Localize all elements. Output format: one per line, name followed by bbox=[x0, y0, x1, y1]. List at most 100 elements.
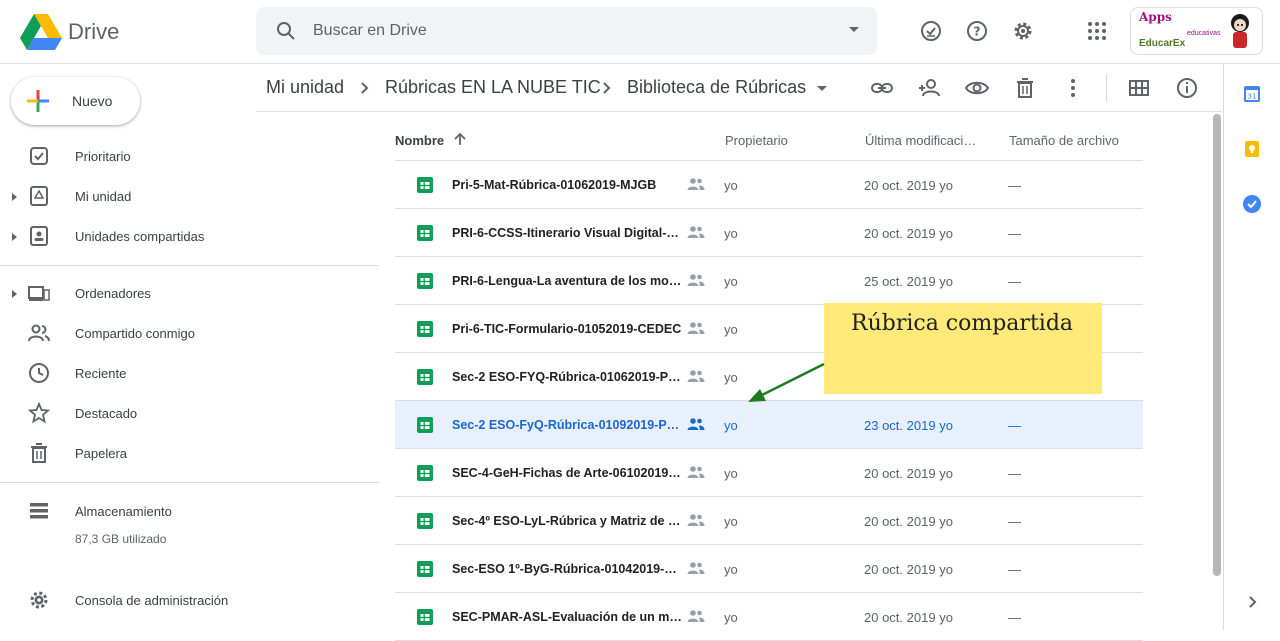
column-header-name[interactable]: Nombre bbox=[395, 133, 444, 148]
modified-date: 20 oct. 2019 bbox=[864, 562, 936, 577]
file-size: — bbox=[1008, 466, 1021, 481]
sidebar-item-label: Ordenadores bbox=[75, 286, 151, 301]
top-bar: Drive Buscar en Drive ? Apps educativas … bbox=[0, 0, 1280, 64]
sidebar-item-starred[interactable]: Destacado bbox=[0, 396, 256, 432]
file-name[interactable]: SEC-4-GeH-Fichas de Arte-06102019… bbox=[452, 466, 682, 480]
chevron-right-icon bbox=[603, 82, 611, 94]
file-name[interactable]: SEC-PMAR-ASL-Evaluación de un ma… bbox=[452, 610, 682, 624]
sidebar-item-label: Papelera bbox=[75, 446, 128, 461]
trash-icon[interactable] bbox=[1013, 76, 1037, 100]
breadcrumb-item[interactable]: Rúbricas EN LA NUBE TIC bbox=[385, 77, 601, 98]
sidebar-item-label: Compartido conmigo bbox=[75, 326, 195, 341]
app-name[interactable]: Drive bbox=[68, 19, 119, 45]
file-name[interactable]: Sec-ESO 1º-ByG-Rúbrica-01042019-… bbox=[452, 562, 682, 576]
file-name[interactable]: PRI-6-CCSS-Itinerario Visual Digital-0… bbox=[452, 226, 682, 240]
settings-gear-icon[interactable] bbox=[1011, 19, 1035, 43]
sidebar-item-shared-with-me[interactable]: Compartido conmigo bbox=[0, 316, 256, 352]
keep-icon[interactable] bbox=[1242, 139, 1262, 159]
new-button[interactable]: Nuevo bbox=[11, 77, 140, 125]
file-name[interactable]: Sec-2 ESO-FYQ-Rúbrica-01062019-P… bbox=[452, 370, 682, 384]
sidebar-item-label: Unidades compartidas bbox=[75, 229, 205, 244]
shared-people-icon bbox=[687, 514, 705, 526]
table-row[interactable]: SEC-PMAR-ASL-Evaluación de un ma… yo 20 oc… bbox=[395, 593, 1143, 641]
shared-people-icon bbox=[687, 466, 705, 478]
preview-eye-icon[interactable] bbox=[965, 76, 989, 100]
sidebar-item-trash[interactable]: Papelera bbox=[0, 436, 256, 472]
file-modified: 20 oct. 2019 yo bbox=[864, 466, 953, 481]
chevron-right-icon[interactable] bbox=[1242, 592, 1262, 612]
sort-up-arrow-icon[interactable] bbox=[452, 131, 468, 147]
column-header-modified[interactable]: Última modificaci… bbox=[865, 133, 976, 148]
sidebar-item-recent[interactable]: Reciente bbox=[0, 356, 256, 392]
storage-icon bbox=[30, 503, 48, 519]
search-options-icon[interactable] bbox=[849, 27, 859, 32]
file-size: — bbox=[1008, 178, 1021, 193]
column-header-size[interactable]: Tamaño de archivo bbox=[1009, 133, 1119, 148]
search-bar[interactable]: Buscar en Drive bbox=[256, 7, 877, 55]
file-name[interactable]: Sec-4º ESO-LyL-Rúbrica y Matriz de C… bbox=[452, 514, 682, 528]
table-row[interactable]: SEC-4-GeH-Fichas de Arte-06102019… yo 20 o… bbox=[395, 449, 1143, 497]
file-owner: yo bbox=[724, 178, 738, 193]
sidebar-item-shared-drives[interactable]: Unidades compartidas bbox=[0, 219, 256, 255]
sheets-icon bbox=[417, 177, 433, 193]
file-owner: yo bbox=[724, 610, 738, 625]
file-name[interactable]: PRI-6-Lengua-La aventura de los moli… bbox=[452, 274, 682, 288]
add-person-icon[interactable] bbox=[917, 76, 941, 100]
table-row[interactable]: Sec-4º ESO-LyL-Rúbrica y Matriz de C… yo 2… bbox=[395, 497, 1143, 545]
search-icon[interactable] bbox=[274, 19, 298, 43]
table-row[interactable]: PRI-6-Lengua-La aventura de los moli… yo 2… bbox=[395, 257, 1143, 305]
expand-arrow-icon[interactable] bbox=[12, 193, 17, 201]
shared-people-icon bbox=[687, 322, 705, 334]
sidebar-item-admin-console[interactable]: Consola de administración bbox=[0, 583, 256, 619]
shared-people-icon bbox=[687, 418, 705, 430]
sidebar-item-priority[interactable]: Prioritario bbox=[0, 139, 256, 175]
file-name[interactable]: Pri-6-TIC-Formulario-01052019-CEDEC bbox=[452, 322, 682, 336]
sidebar-item-computers[interactable]: Ordenadores bbox=[0, 276, 256, 312]
shared-people-icon bbox=[687, 610, 705, 622]
apps-grid-icon[interactable] bbox=[1085, 19, 1109, 43]
modified-by: yo bbox=[939, 514, 953, 529]
account-avatar[interactable]: Apps educativas EducarEx bbox=[1130, 7, 1263, 55]
drive-logo-icon[interactable] bbox=[20, 14, 62, 50]
file-modified: 20 oct. 2019 yo bbox=[864, 178, 953, 193]
calendar-icon[interactable]: 31 bbox=[1242, 84, 1262, 104]
modified-date: 20 oct. 2019 bbox=[864, 610, 936, 625]
column-header-owner[interactable]: Propietario bbox=[725, 133, 788, 148]
grid-view-icon[interactable] bbox=[1127, 76, 1151, 100]
sidebar-divider bbox=[0, 265, 379, 266]
sidebar-item-label: Mi unidad bbox=[75, 189, 132, 204]
sidebar: Nuevo Prioritario Mi unidad Unidades com… bbox=[0, 64, 379, 630]
svg-text:31: 31 bbox=[1248, 93, 1257, 101]
table-row[interactable]: Pri-5-Mat-Rúbrica-01062019-MJGB yo 20 oct.… bbox=[395, 161, 1143, 209]
sidebar-item-storage[interactable]: Almacenamiento bbox=[0, 494, 256, 530]
scrollbar-thumb[interactable] bbox=[1213, 114, 1221, 576]
file-name[interactable]: Sec-2 ESO-FyQ-Rúbrica-01092019-P… bbox=[452, 418, 682, 432]
file-name[interactable]: Pri-5-Mat-Rúbrica-01062019-MJGB bbox=[452, 178, 682, 192]
expand-arrow-icon[interactable] bbox=[12, 233, 17, 241]
modified-date: 25 oct. 2019 bbox=[864, 274, 936, 289]
sidebar-item-label: Consola de administración bbox=[75, 593, 229, 608]
folder-menu-icon[interactable] bbox=[817, 86, 827, 91]
modified-date: 20 oct. 2019 bbox=[864, 466, 936, 481]
table-row[interactable]: PRI-6-CCSS-Itinerario Visual Digital-0… y… bbox=[395, 209, 1143, 257]
breadcrumb-item[interactable]: Mi unidad bbox=[266, 77, 344, 98]
table-row[interactable]: Sec-ESO 1º-ByG-Rúbrica-01042019-… yo 20 oc… bbox=[395, 545, 1143, 593]
breadcrumb-current[interactable]: Biblioteca de Rúbricas bbox=[627, 77, 806, 98]
sheets-icon bbox=[417, 465, 433, 481]
modified-by: yo bbox=[939, 226, 953, 241]
new-button-label: Nuevo bbox=[72, 93, 113, 109]
link-icon[interactable] bbox=[870, 76, 894, 100]
clock-icon bbox=[29, 363, 49, 383]
modified-date: 20 oct. 2019 bbox=[864, 514, 936, 529]
ready-offline-icon[interactable] bbox=[919, 19, 943, 43]
shared-drives-icon bbox=[30, 226, 48, 246]
sidebar-item-my-drive[interactable]: Mi unidad bbox=[0, 179, 256, 215]
table-row-selected[interactable]: Sec-2 ESO-FyQ-Rúbrica-01092019-P… yo 23 oc… bbox=[395, 401, 1143, 449]
info-icon[interactable] bbox=[1175, 76, 1199, 100]
search-input[interactable]: Buscar en Drive bbox=[313, 22, 427, 40]
more-vert-icon[interactable] bbox=[1061, 76, 1085, 100]
tasks-icon[interactable] bbox=[1242, 194, 1262, 214]
expand-arrow-icon[interactable] bbox=[12, 290, 17, 298]
help-icon[interactable]: ? bbox=[965, 19, 989, 43]
file-size: — bbox=[1008, 514, 1021, 529]
